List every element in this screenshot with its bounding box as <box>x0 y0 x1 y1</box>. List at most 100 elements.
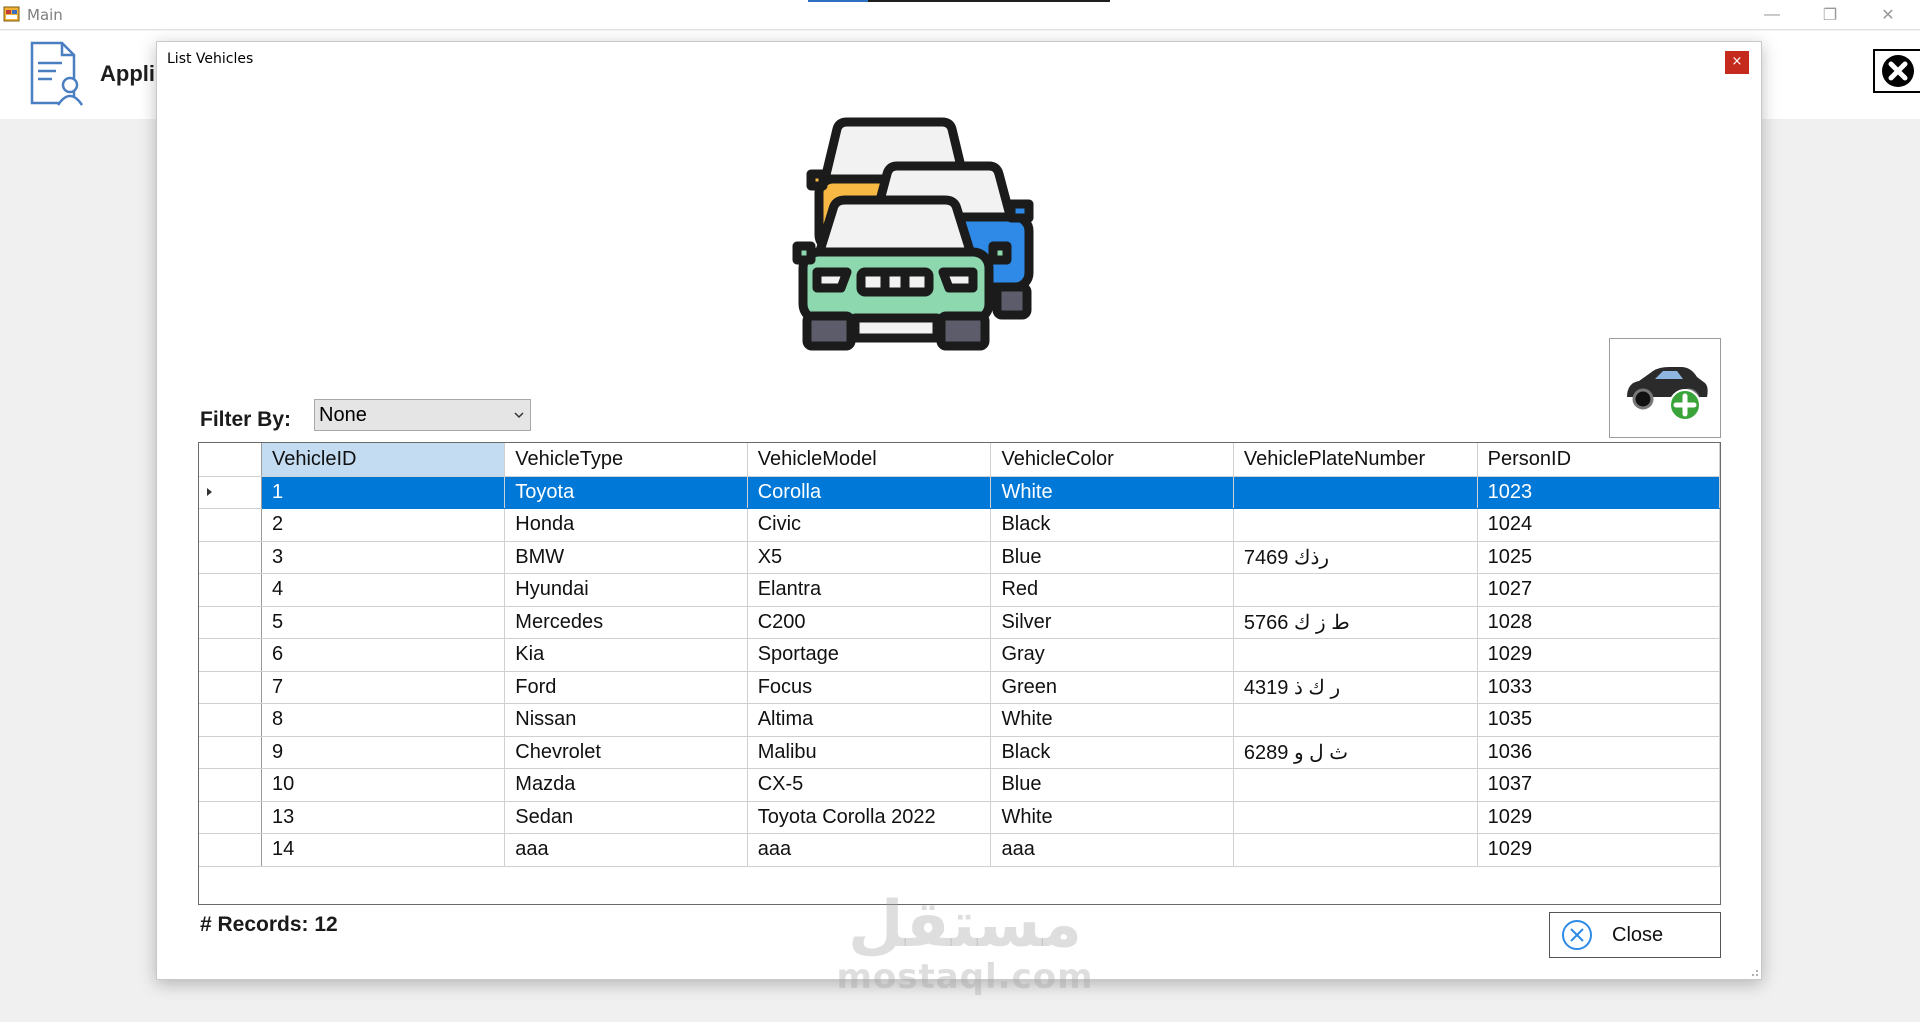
table-cell[interactable]: Green <box>990 671 1234 704</box>
column-header[interactable]: PersonID <box>1477 443 1720 477</box>
table-cell[interactable]: White <box>990 801 1234 834</box>
table-row[interactable]: 14 aaa aaa aaa 1029 <box>199 833 1720 867</box>
table-cell[interactable]: 1036 <box>1477 736 1720 769</box>
table-row[interactable]: 8 Nissan Altima White 1035 <box>199 703 1720 737</box>
table-cell[interactable]: 3 <box>261 541 506 574</box>
table-cell[interactable]: aaa <box>990 833 1234 867</box>
table-cell[interactable]: 1 <box>261 476 506 509</box>
table-cell[interactable]: Focus <box>747 671 992 704</box>
table-cell[interactable]: White <box>990 476 1234 509</box>
table-cell[interactable]: Black <box>990 736 1234 769</box>
table-cell[interactable]: Blue <box>990 768 1234 802</box>
row-header[interactable] <box>199 703 262 737</box>
table-cell[interactable]: 1029 <box>1477 638 1720 672</box>
table-cell[interactable]: Civic <box>747 508 992 542</box>
table-cell[interactable] <box>1233 638 1478 672</box>
table-cell[interactable]: 6289 ث ل و <box>1233 736 1478 769</box>
table-cell[interactable]: Silver <box>990 606 1234 639</box>
table-cell[interactable]: Gray <box>990 638 1234 672</box>
table-row[interactable]: 13 Sedan Toyota Corolla 2022 White 1029 <box>199 801 1720 834</box>
row-header[interactable] <box>199 541 262 574</box>
table-cell[interactable]: 7469 رذك <box>1233 541 1478 574</box>
table-cell[interactable]: Corolla <box>747 476 992 509</box>
add-vehicle-button[interactable] <box>1609 338 1721 438</box>
table-cell[interactable]: Kia <box>504 638 748 672</box>
dialog-close-button[interactable]: × <box>1725 51 1749 74</box>
row-header[interactable] <box>199 508 262 542</box>
table-cell[interactable]: 14 <box>261 833 506 867</box>
table-cell[interactable]: 4 <box>261 573 506 607</box>
row-header[interactable] <box>199 671 262 704</box>
table-cell[interactable]: 1028 <box>1477 606 1720 639</box>
column-header[interactable]: VehiclePlateNumber <box>1233 443 1478 477</box>
table-row[interactable]: 7 Ford Focus Green 4319 ر ك ذ 1033 <box>199 671 1720 704</box>
table-cell[interactable]: BMW <box>504 541 748 574</box>
table-cell[interactable]: Chevrolet <box>504 736 748 769</box>
column-header[interactable]: VehicleID <box>261 443 506 477</box>
table-cell[interactable]: Sedan <box>504 801 748 834</box>
row-header[interactable] <box>199 573 262 607</box>
table-cell[interactable]: 4319 ر ك ذ <box>1233 671 1478 704</box>
table-cell[interactable]: 1023 <box>1477 476 1720 509</box>
row-header[interactable] <box>199 638 262 672</box>
table-cell[interactable]: 1029 <box>1477 801 1720 834</box>
table-cell[interactable]: Honda <box>504 508 748 542</box>
table-cell[interactable]: Toyota <box>504 476 748 509</box>
applications-button[interactable]: Appli <box>26 39 155 109</box>
table-cell[interactable] <box>1233 508 1478 542</box>
table-cell[interactable]: Malibu <box>747 736 992 769</box>
main-exit-button[interactable] <box>1873 49 1920 93</box>
table-cell[interactable]: Elantra <box>747 573 992 607</box>
table-cell[interactable]: Mercedes <box>504 606 748 639</box>
table-cell[interactable] <box>1233 768 1478 802</box>
table-cell[interactable]: Altima <box>747 703 992 737</box>
table-cell[interactable]: 1029 <box>1477 833 1720 867</box>
row-header[interactable] <box>199 736 262 769</box>
table-cell[interactable]: Hyundai <box>504 573 748 607</box>
row-header[interactable] <box>199 768 262 802</box>
table-cell[interactable]: CX-5 <box>747 768 992 802</box>
row-header[interactable] <box>199 606 262 639</box>
table-cell[interactable]: 1027 <box>1477 573 1720 607</box>
table-cell[interactable] <box>1233 573 1478 607</box>
row-header[interactable] <box>199 833 262 867</box>
table-cell[interactable] <box>1233 801 1478 834</box>
filter-by-dropdown[interactable]: None <box>314 399 531 431</box>
table-cell[interactable]: C200 <box>747 606 992 639</box>
window-close-button[interactable]: ✕ <box>1859 0 1917 30</box>
table-row[interactable]: 10 Mazda CX-5 Blue 1037 <box>199 768 1720 802</box>
column-header[interactable]: VehicleType <box>504 443 748 477</box>
table-row[interactable]: 5 Mercedes C200 Silver 5766 ط ز ك 1028 <box>199 606 1720 639</box>
table-cell[interactable]: 5 <box>261 606 506 639</box>
table-cell[interactable]: 1037 <box>1477 768 1720 802</box>
table-cell[interactable]: 7 <box>261 671 506 704</box>
table-cell[interactable]: 1025 <box>1477 541 1720 574</box>
table-cell[interactable]: 9 <box>261 736 506 769</box>
table-cell[interactable]: aaa <box>504 833 748 867</box>
table-cell[interactable]: 13 <box>261 801 506 834</box>
table-row[interactable]: 9 Chevrolet Malibu Black 6289 ث ل و 1036 <box>199 736 1720 769</box>
table-cell[interactable]: 8 <box>261 703 506 737</box>
table-cell[interactable]: Mazda <box>504 768 748 802</box>
table-row[interactable]: 6 Kia Sportage Gray 1029 <box>199 638 1720 672</box>
table-row[interactable]: 3 BMW X5 Blue 7469 رذك 1025 <box>199 541 1720 574</box>
table-cell[interactable] <box>1233 833 1478 867</box>
table-cell[interactable]: Toyota Corolla 2022 <box>747 801 992 834</box>
table-cell[interactable]: Red <box>990 573 1234 607</box>
table-cell[interactable]: 10 <box>261 768 506 802</box>
table-cell[interactable]: White <box>990 703 1234 737</box>
resize-grip-icon[interactable] <box>1749 967 1759 977</box>
table-cell[interactable]: 2 <box>261 508 506 542</box>
table-cell[interactable]: Sportage <box>747 638 992 672</box>
table-cell[interactable]: aaa <box>747 833 992 867</box>
table-row[interactable]: 2 Honda Civic Black 1024 <box>199 508 1720 542</box>
row-header[interactable] <box>199 801 262 834</box>
table-cell[interactable]: 1035 <box>1477 703 1720 737</box>
table-cell[interactable]: 1033 <box>1477 671 1720 704</box>
table-cell[interactable]: 1024 <box>1477 508 1720 542</box>
table-cell[interactable]: Nissan <box>504 703 748 737</box>
table-cell[interactable] <box>1233 703 1478 737</box>
restore-button[interactable]: ❐ <box>1801 0 1859 30</box>
table-cell[interactable]: 6 <box>261 638 506 672</box>
row-header[interactable] <box>199 476 262 509</box>
